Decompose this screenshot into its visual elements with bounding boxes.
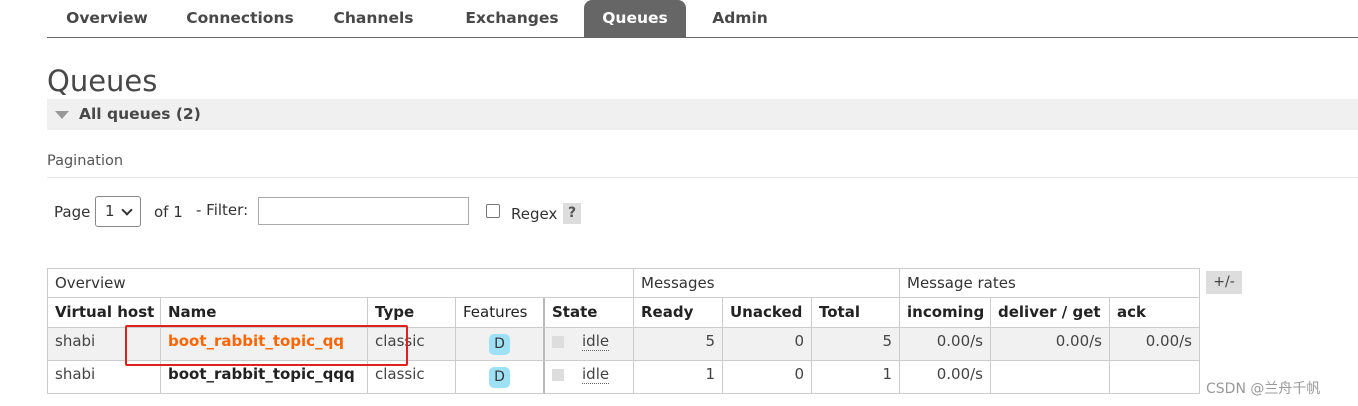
table-row-ready: 5 <box>634 328 723 361</box>
table-row-ready: 1 <box>634 361 723 394</box>
col-header-vhost[interactable]: Virtual host <box>47 298 161 328</box>
col-header-ready[interactable]: Ready <box>634 298 723 328</box>
filter-label: - Filter: <box>196 201 249 219</box>
queue-name-link[interactable]: boot_rabbit_topic_qqq <box>161 361 368 394</box>
state-text: idle <box>582 365 610 384</box>
queue-name-link[interactable]: boot_rabbit_topic_qq <box>161 328 368 361</box>
tab-exchanges[interactable]: Exchanges <box>449 0 575 37</box>
table-row-total: 5 <box>812 328 900 361</box>
table-row-type: classic <box>368 328 456 361</box>
page-select-value: 1 <box>105 202 115 220</box>
table-row-incoming: 0.00/s <box>900 361 991 394</box>
state-indicator-icon <box>552 368 564 381</box>
table-row-unacked: 0 <box>723 361 812 394</box>
tab-admin[interactable]: Admin <box>697 0 783 37</box>
col-header-state[interactable]: State <box>545 298 634 328</box>
watermark: CSDN @兰舟千帆 <box>1206 381 1321 397</box>
group-header-rates: Message rates <box>900 268 1200 298</box>
queue-name[interactable]: boot_rabbit_topic_qq <box>168 332 344 350</box>
top-nav: Overview Connections Channels Exchanges … <box>47 0 1358 38</box>
col-header-total[interactable]: Total <box>812 298 900 328</box>
table-row-deliver: 0.00/s <box>991 328 1110 361</box>
table-row-ack <box>1110 361 1200 394</box>
state-indicator-icon <box>552 335 564 348</box>
regex-checkbox[interactable] <box>486 204 500 218</box>
table-row-vhost: shabi <box>47 361 161 394</box>
durable-badge: D <box>489 334 510 355</box>
regex-help-button[interactable]: ? <box>563 203 581 224</box>
section-title: All queues (2) <box>79 105 201 123</box>
tab-channels[interactable]: Channels <box>320 0 427 37</box>
tab-connections[interactable]: Connections <box>170 0 310 37</box>
table-row-unacked: 0 <box>723 328 812 361</box>
group-header-messages: Messages <box>634 268 900 298</box>
col-header-unacked[interactable]: Unacked <box>723 298 812 328</box>
tab-queues[interactable]: Queues <box>584 0 686 37</box>
col-header-incoming[interactable]: incoming <box>900 298 991 328</box>
page-label: Page <box>54 203 91 221</box>
page-select[interactable]: 1 <box>95 196 141 227</box>
page-title: Queues <box>47 64 158 98</box>
col-header-ack[interactable]: ack <box>1110 298 1200 328</box>
state-text: idle <box>582 332 610 351</box>
table-row-total: 1 <box>812 361 900 394</box>
table-row-features: D <box>456 328 545 361</box>
table-row-ack: 0.00/s <box>1110 328 1200 361</box>
regex-label: Regex <box>511 205 558 223</box>
column-toggle-button[interactable]: +/- <box>1206 271 1242 294</box>
col-header-deliver-get[interactable]: deliver / get <box>991 298 1110 328</box>
table-row-type: classic <box>368 361 456 394</box>
table-row-state: idle <box>545 328 634 361</box>
filter-input[interactable] <box>258 197 469 225</box>
table-row-vhost: shabi <box>47 328 161 361</box>
collapse-triangle-icon <box>55 111 69 119</box>
group-header-overview: Overview <box>47 268 634 298</box>
page-count-label: of 1 <box>154 203 183 221</box>
durable-badge: D <box>489 367 510 388</box>
col-header-type[interactable]: Type <box>368 298 456 328</box>
col-header-features: Features <box>456 298 545 328</box>
all-queues-section-toggle[interactable]: All queues (2) <box>47 99 1358 130</box>
table-row-features: D <box>456 361 545 394</box>
chevron-down-icon <box>121 204 133 216</box>
tab-overview[interactable]: Overview <box>47 0 167 37</box>
queue-name[interactable]: boot_rabbit_topic_qqq <box>168 365 355 383</box>
pagination-label: Pagination <box>47 153 124 169</box>
pagination-divider <box>47 177 1358 178</box>
col-header-name[interactable]: Name <box>161 298 368 328</box>
table-row-deliver <box>991 361 1110 394</box>
table-row-state: idle <box>545 361 634 394</box>
table-row-incoming: 0.00/s <box>900 328 991 361</box>
